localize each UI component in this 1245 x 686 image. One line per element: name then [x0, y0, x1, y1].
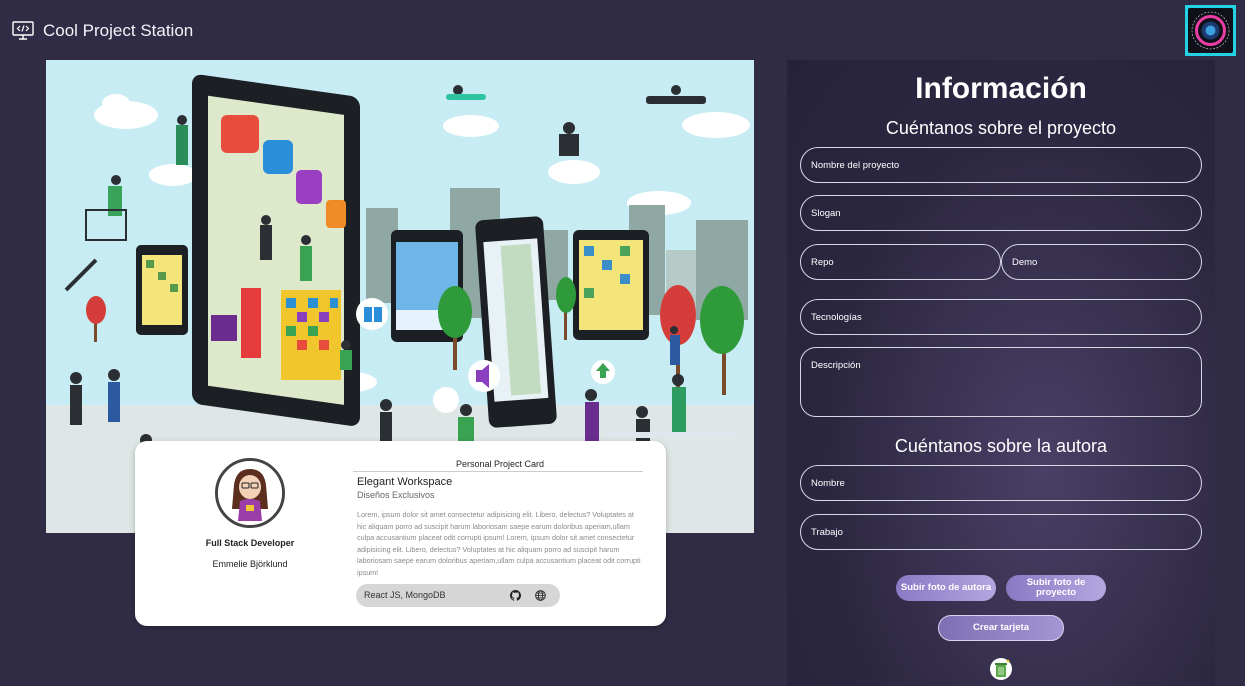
slogan-input[interactable]: Slogan — [800, 195, 1202, 231]
project-slogan: Diseños Exclusivos — [357, 490, 435, 500]
card-label: Personal Project Card — [455, 459, 545, 469]
card-divider — [353, 471, 643, 472]
recycle-bin-icon[interactable] — [989, 657, 1013, 681]
technologies-text: React JS, MongoDB — [364, 590, 446, 600]
project-section-title: Cuéntanos sobre el proyecto — [885, 118, 1117, 138]
author-avatar — [215, 458, 285, 528]
project-card-preview: Full Stack Developer Emmelie Björklund P… — [135, 441, 666, 626]
technologies-input[interactable]: Tecnologías — [800, 299, 1202, 335]
upload-author-photo-button[interactable]: Subir foto de autora — [896, 575, 996, 601]
project-name-input[interactable]: Nombre del proyecto — [800, 147, 1202, 183]
author-name-input[interactable]: Nombre — [800, 465, 1202, 501]
upload-project-photo-button[interactable]: Subir foto de proyecto — [1006, 575, 1106, 601]
monitor-code-icon — [12, 21, 34, 40]
description-textarea[interactable]: Descripción — [800, 347, 1202, 417]
globe-icon[interactable] — [535, 590, 546, 601]
project-name: Elegant Workspace — [357, 476, 453, 488]
form-title: Información — [915, 72, 1087, 105]
technologies-bar: React JS, MongoDB — [356, 584, 560, 607]
app-header: Cool Project Station — [0, 0, 1245, 60]
author-name: Emmelie Björklund — [212, 559, 288, 569]
demo-input[interactable]: Demo — [1001, 244, 1202, 280]
app-title[interactable]: Cool Project Station — [43, 21, 193, 41]
repo-input[interactable]: Repo — [800, 244, 1001, 280]
create-card-button[interactable]: Crear tarjeta — [938, 615, 1064, 641]
author-job: Full Stack Developer — [205, 538, 295, 548]
brand-logo — [1185, 5, 1236, 56]
job-input[interactable]: Trabajo — [800, 514, 1202, 550]
form-panel: Información Cuéntanos sobre el proyecto … — [787, 60, 1215, 686]
github-icon[interactable] — [510, 590, 521, 601]
project-description: Lorem, ipsum dolor sit amet consectetur … — [357, 510, 641, 577]
author-section-title: Cuéntanos sobre la autora — [894, 436, 1108, 456]
